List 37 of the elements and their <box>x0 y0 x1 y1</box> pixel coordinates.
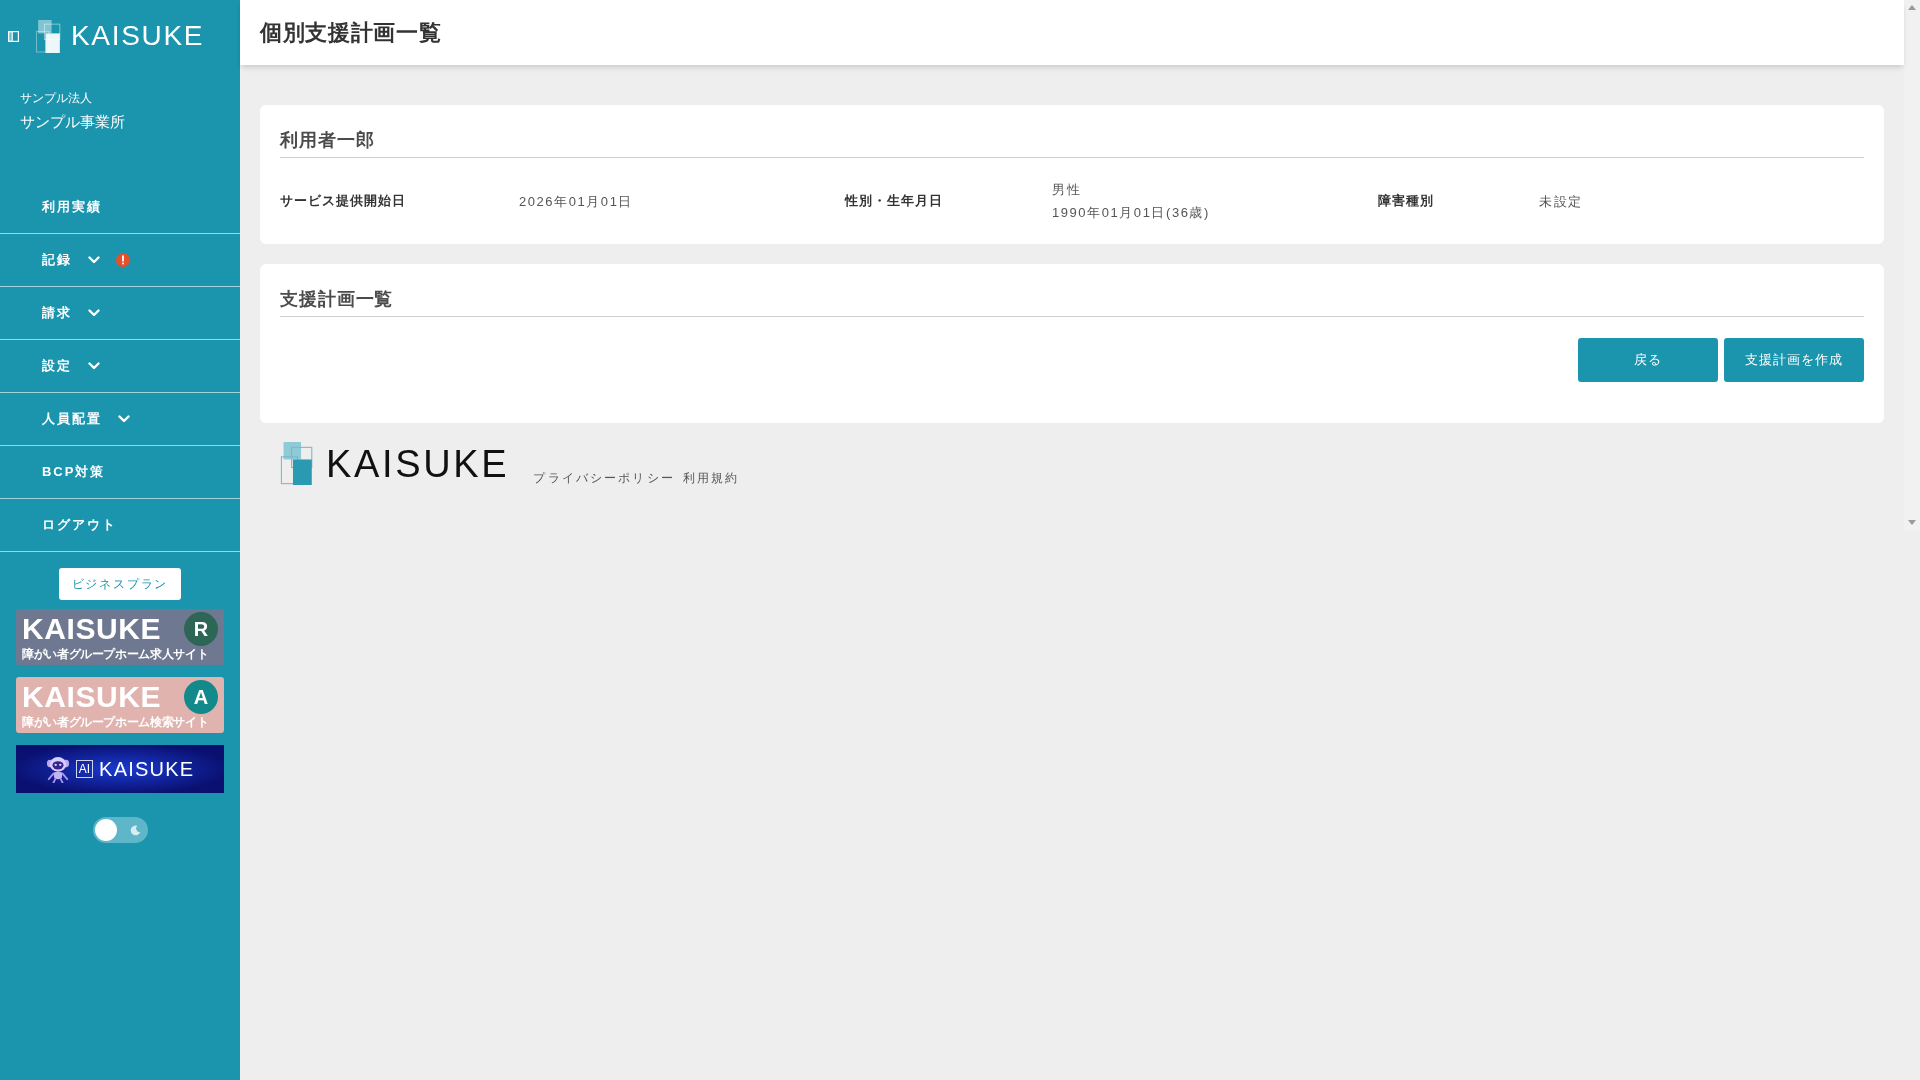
dark-mode-toggle[interactable] <box>92 817 148 843</box>
action-button[interactable]: 戻る <box>1578 338 1718 382</box>
footer-link[interactable]: プライバシーポリシー <box>533 469 675 487</box>
logo-text: KAISUKE <box>326 444 510 483</box>
card-title: 利用者一郎 <box>280 129 376 152</box>
page-title: 個別支援計画一覧 <box>260 19 442 47</box>
banner-subtitle: 障がい者グループホーム求人サイト <box>22 647 210 661</box>
logo-icon <box>280 442 314 485</box>
field-value: 男性 <box>1052 181 1083 199</box>
panel-icon[interactable] <box>8 30 19 42</box>
logo-letter: A <box>184 680 218 714</box>
field-label: 性別・生年月日 <box>845 192 945 211</box>
field-value: 1990年01月01日(36歳) <box>1052 204 1211 222</box>
banner-title: KAISUKE <box>99 759 195 779</box>
banner-subtitle: 障がい者グループホーム検索サイト <box>22 715 210 729</box>
field-value: 2026年01月01日 <box>519 192 634 211</box>
robot-icon <box>45 755 70 783</box>
field-label: 障害種別 <box>1378 192 1436 211</box>
site-banner[interactable]: AI KAISUKE <box>16 745 224 793</box>
field-value: 未設定 <box>1539 192 1584 211</box>
banner-title: KAISUKE <box>22 682 162 712</box>
logo-letter: R <box>184 612 218 646</box>
site-banner[interactable]: KAISUKE R 障がい者グループホーム求人サイト <box>16 609 224 665</box>
action-button[interactable]: 支援計画を作成 <box>1724 338 1864 382</box>
toggle-knob <box>94 819 117 841</box>
card-title: 支援計画一覧 <box>280 288 395 311</box>
field-label: サービス提供開始日 <box>280 192 408 211</box>
organization-name: サンプル法人 <box>20 90 93 107</box>
footer-link[interactable]: 利用規約 <box>682 469 740 487</box>
ai-tag: AI <box>75 760 94 778</box>
moon-icon <box>129 824 141 836</box>
plan-label: ビジネスプラン <box>59 568 181 600</box>
banner-title: KAISUKE <box>22 614 162 644</box>
logo-icon <box>36 19 61 53</box>
office-name: サンプル事業所 <box>20 112 126 132</box>
logo-text: KAISUKE <box>71 22 205 50</box>
site-banner[interactable]: KAISUKE A 障がい者グループホーム検索サイト <box>16 677 224 733</box>
